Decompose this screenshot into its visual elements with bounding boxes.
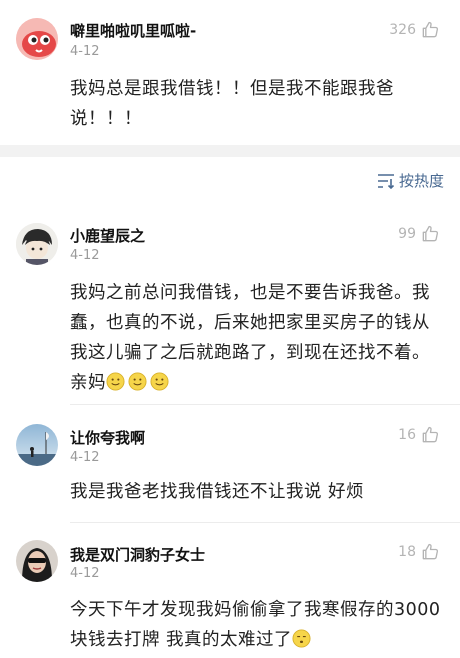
comment-date: 4-12 — [70, 248, 100, 263]
sort-label: 按热度 — [398, 172, 444, 190]
comment-text: 我妈总是跟我借钱！！但是我不能跟我爸说！！！ — [70, 79, 394, 129]
comment-date: 4-12 — [70, 44, 100, 59]
avatar[interactable] — [16, 223, 58, 265]
comment-text: 我是我爸老找我借钱还不让我说 好烦 — [70, 482, 365, 502]
top-comment: 噼里啪啦叽里呱啦- 4-12 326 我妈总是跟我借钱！！但是我不能跟我爸说！！… — [0, 0, 460, 145]
thumbs-up-icon — [422, 426, 439, 443]
avatar[interactable] — [16, 424, 58, 466]
comment-item: 我是双门洞豹子女士 4-12 18 今天下午才发现我妈偷偷拿了我寒假存的3000… — [0, 523, 460, 658]
sort-toggle[interactable]: 按热度 — [377, 170, 444, 191]
avatar-image — [16, 540, 58, 582]
username[interactable]: 我是双门洞豹子女士 — [70, 544, 205, 565]
comment-body: 今天下午才发现我妈偷偷拿了我寒假存的3000块钱去打牌 我真的太难过了 — [70, 595, 442, 655]
avatar[interactable] — [16, 18, 58, 60]
avatar-image — [16, 424, 58, 466]
thumbs-up-icon — [422, 225, 439, 242]
comment-body: 我妈之前总问我借钱，也是不要告诉我爸。我蠢，也真的不说，后来她把家里买房子的钱从… — [70, 278, 442, 398]
thumbs-up-icon — [422, 21, 439, 38]
like-count: 18 — [398, 544, 416, 560]
like-count: 326 — [389, 22, 416, 38]
like-button[interactable]: 18 — [398, 542, 440, 562]
smile-emoji-icon — [128, 372, 150, 393]
comment-date: 4-12 — [70, 566, 100, 581]
avatar[interactable] — [16, 540, 58, 582]
like-button[interactable]: 16 — [398, 425, 440, 445]
avatar-image — [16, 18, 58, 60]
username[interactable]: 小鹿望辰之 — [70, 225, 145, 246]
comment-item: 让你夸我啊 4-12 16 我是我爸老找我借钱还不让我说 好烦 — [0, 405, 460, 523]
avatar-image — [16, 223, 58, 265]
smile-emoji-icon — [106, 372, 128, 393]
section-divider — [0, 145, 460, 157]
speechless-emoji-icon — [292, 629, 314, 650]
username[interactable]: 噼里啪啦叽里呱啦- — [70, 20, 196, 41]
comment-item: 小鹿望辰之 4-12 99 我妈之前总问我借钱，也是不要告诉我爸。我蠢，也真的不… — [0, 210, 460, 405]
like-button[interactable]: 99 — [398, 224, 440, 244]
username[interactable]: 让你夸我啊 — [70, 427, 145, 448]
like-button[interactable]: 326 — [389, 20, 440, 40]
sort-lines-icon — [377, 173, 395, 189]
smile-emoji-icon — [150, 372, 172, 393]
comment-date: 4-12 — [70, 450, 100, 465]
like-count: 99 — [398, 226, 416, 242]
like-count: 16 — [398, 427, 416, 443]
thumbs-up-icon — [422, 543, 439, 560]
comment-text: 今天下午才发现我妈偷偷拿了我寒假存的3000块钱去打牌 我真的太难过了 — [70, 600, 441, 650]
